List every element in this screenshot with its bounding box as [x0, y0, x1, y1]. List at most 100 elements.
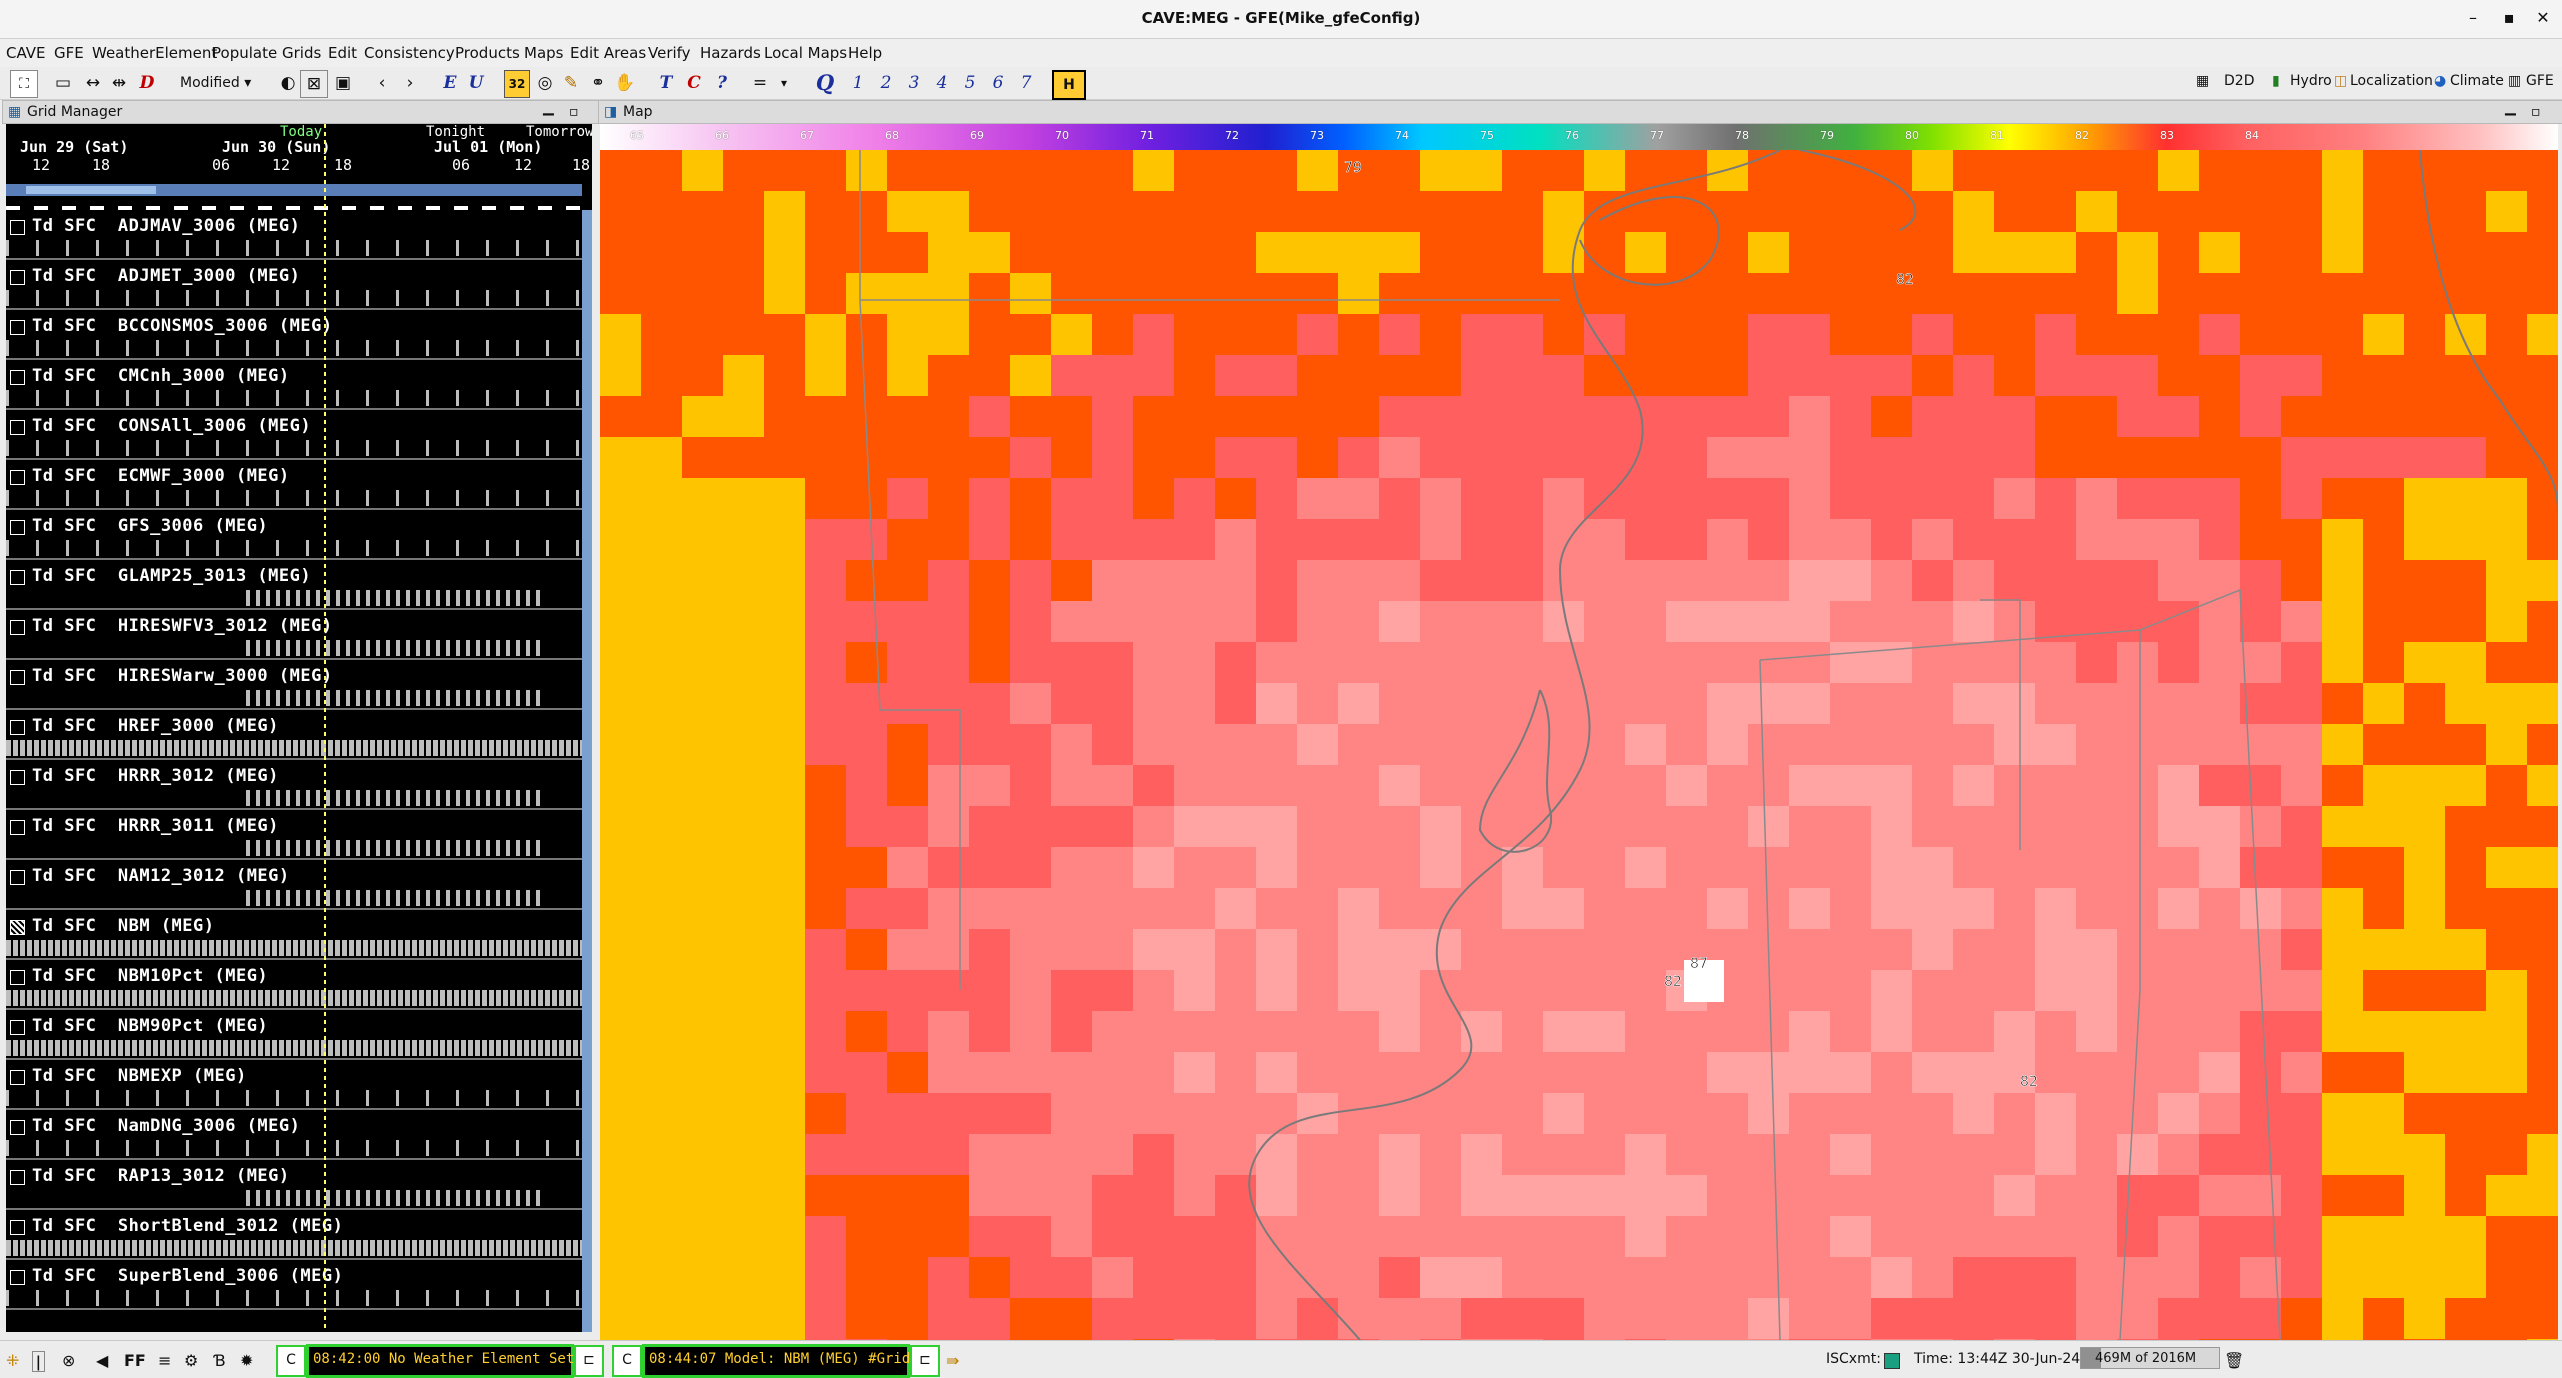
row-checkbox[interactable]	[10, 820, 25, 835]
grid-row[interactable]: Td SFC HIRESWarw_3000 (MEG)	[6, 660, 582, 710]
row-checkbox[interactable]	[10, 970, 25, 985]
row-checkbox[interactable]	[10, 1070, 25, 1085]
menu-icon[interactable]: ≡	[158, 1351, 171, 1370]
grid-blocks[interactable]	[6, 390, 582, 406]
x-circle-icon[interactable]: ⊗	[62, 1351, 75, 1370]
menu-edit-areas[interactable]: Edit Areas	[570, 44, 646, 62]
hand-icon[interactable]: ✋	[614, 70, 636, 96]
grid-row[interactable]: Td SFC GFS_3006 (MEG)	[6, 510, 582, 560]
row-checkbox[interactable]	[10, 1220, 25, 1235]
next-message-icon[interactable]: ⇛	[946, 1351, 959, 1370]
grid-row[interactable]: Td SFC SuperBlend_3006 (MEG)	[6, 1260, 582, 1310]
color-bar[interactable]: 65 66 67 68 69 70 71 72 73 74 75 76 77 78 79 80 81 82 83 84	[600, 124, 2558, 151]
perspective-climate[interactable]: Climate	[2450, 73, 2504, 89]
grid-blocks[interactable]	[6, 440, 582, 456]
bulb-icon[interactable]: ◐	[278, 70, 298, 96]
row-checkbox[interactable]	[10, 1170, 25, 1185]
grid-row[interactable]: Td SFC ShortBlend_3012 (MEG)	[6, 1210, 582, 1260]
equals-tool[interactable]: =	[750, 70, 770, 96]
menu-products[interactable]: Products	[455, 44, 520, 62]
menu-grids[interactable]: Grids	[282, 44, 321, 62]
grid-blocks[interactable]	[246, 1190, 546, 1206]
row-checkbox[interactable]	[10, 920, 25, 935]
grid-blocks[interactable]	[6, 740, 582, 756]
grid-row[interactable]: Td SFC ECMWF_3000 (MEG)	[6, 460, 582, 510]
grid-row[interactable]: Td SFC NamDNG_3006 (MEG)	[6, 1110, 582, 1160]
message-2-dropdown[interactable]: ⊏	[910, 1345, 940, 1377]
row-checkbox[interactable]	[10, 420, 25, 435]
grid-blocks[interactable]	[6, 1040, 582, 1056]
pencil-icon[interactable]: ✎	[560, 70, 582, 96]
menu-populate[interactable]: Populate	[212, 44, 277, 62]
minimize-button[interactable]: –	[2460, 8, 2486, 27]
grid-row[interactable]: Td SFC HRRR_3012 (MEG)	[6, 760, 582, 810]
num-tool-4[interactable]: 4	[934, 70, 950, 96]
layers-icon[interactable]: ▭	[50, 70, 76, 96]
grid-blocks[interactable]	[6, 940, 582, 956]
grid-blocks[interactable]	[246, 690, 546, 706]
help-tool[interactable]: ?	[712, 70, 732, 96]
step-forward-icon[interactable]: ›	[400, 70, 420, 96]
grid-blocks[interactable]	[6, 1290, 582, 1306]
grid-row[interactable]: Td SFC RAP13_3012 (MEG)	[6, 1160, 582, 1210]
weather-icon[interactable]: ✹	[240, 1351, 253, 1370]
grid-row[interactable]: Td SFC ADJMET_3000 (MEG)	[6, 260, 582, 310]
grid-row[interactable]: Td SFC BCCONSMOS_3006 (MEG)	[6, 310, 582, 360]
grid-row[interactable]: Td SFC NBMEXP (MEG)	[6, 1060, 582, 1110]
climate-icon[interactable]: ◕	[2434, 73, 2446, 89]
grid-row[interactable]: Td SFC NBM (MEG)	[6, 910, 582, 960]
d2d-icon[interactable]: ▦	[2196, 73, 2209, 89]
grid-row[interactable]: Td SFC ADJMAV_3006 (MEG)	[6, 210, 582, 260]
perspective-switch-icon[interactable]: ⁜	[6, 1351, 19, 1370]
grid-blocks[interactable]	[6, 1090, 582, 1106]
row-checkbox[interactable]	[10, 320, 25, 335]
menu-hazards[interactable]: Hazards	[700, 44, 761, 62]
speaker-icon[interactable]: ◀	[96, 1351, 108, 1370]
menu-weatherelement[interactable]: WeatherElement	[92, 44, 217, 62]
edit-state-dropdown[interactable]: Modified ▾	[180, 70, 270, 96]
e-tool[interactable]: E	[440, 70, 460, 96]
grid-blocks[interactable]	[246, 840, 546, 856]
grid-row[interactable]: Td SFC HIRESWFV3_3012 (MEG)	[6, 610, 582, 660]
hydro-icon[interactable]: ▮	[2272, 73, 2280, 89]
step-back-icon[interactable]: ‹	[372, 70, 392, 96]
minimize-view-icon[interactable]: ▁	[2505, 97, 2516, 119]
perspective-hydro[interactable]: Hydro	[2290, 73, 2332, 89]
d-tool-icon[interactable]: D	[136, 70, 158, 96]
num-tool-7[interactable]: 7	[1018, 70, 1034, 96]
menu-cave[interactable]: CAVE	[6, 44, 46, 62]
split-arrows-icon[interactable]: ⇹	[106, 70, 132, 96]
grid-row[interactable]: Td SFC CONSAll_3006 (MEG)	[6, 410, 582, 460]
row-checkbox[interactable]	[10, 370, 25, 385]
menu-maps[interactable]: Maps	[524, 44, 563, 62]
grid-blocks[interactable]	[6, 990, 582, 1006]
grid-row[interactable]: Td SFC GLAMP25_3013 (MEG)	[6, 560, 582, 610]
zoom-extent-icon[interactable]: ⛶	[10, 70, 38, 98]
grid-row[interactable]: Td SFC NAM12_3012 (MEG)	[6, 860, 582, 910]
num-tool-5[interactable]: 5	[962, 70, 978, 96]
chevron-down-icon[interactable]: ▾	[776, 70, 792, 96]
num-tool-6[interactable]: 6	[990, 70, 1006, 96]
grid-row[interactable]: Td SFC HREF_3000 (MEG)	[6, 710, 582, 760]
grid-blocks[interactable]	[6, 340, 582, 356]
row-checkbox[interactable]	[10, 720, 25, 735]
grid-blocks[interactable]	[6, 540, 582, 556]
pan-horizontal-icon[interactable]: ↔	[80, 70, 106, 96]
t-tool[interactable]: T	[656, 70, 676, 96]
grid-row[interactable]: Td SFC NBM10Pct (MEG)	[6, 960, 582, 1010]
menu-verify[interactable]: Verify	[648, 44, 691, 62]
trash-icon[interactable]: 🗑	[2224, 1351, 2244, 1370]
maximize-view-icon[interactable]: ▫	[569, 101, 579, 123]
iscxmt-indicator[interactable]	[1884, 1353, 1900, 1369]
num-tool-1[interactable]: 1	[850, 70, 866, 96]
bracket-icon[interactable]: Ɓ	[214, 1351, 226, 1370]
grid-blocks[interactable]	[6, 1240, 582, 1256]
grid-blocks[interactable]	[246, 590, 546, 606]
ff-icon[interactable]: FF	[124, 1351, 146, 1370]
gfe-icon[interactable]: ▥	[2508, 73, 2521, 89]
row-checkbox[interactable]	[10, 1120, 25, 1135]
num-tool-3[interactable]: 3	[906, 70, 922, 96]
perspective-d2d[interactable]: D2D	[2224, 73, 2254, 89]
perspective-localization[interactable]: Localization	[2350, 73, 2433, 89]
binoculars-icon[interactable]: ⚭	[586, 70, 610, 96]
